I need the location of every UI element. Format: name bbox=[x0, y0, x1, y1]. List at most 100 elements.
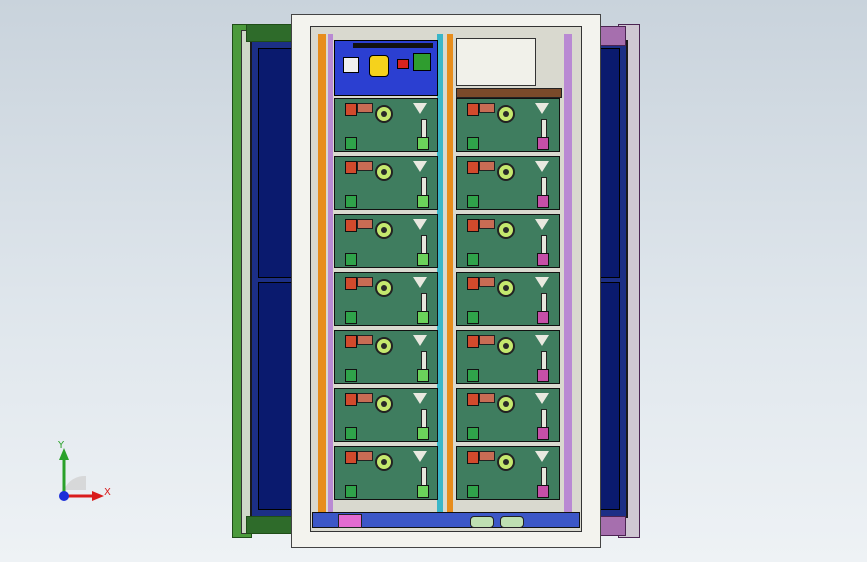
triad-x-label: X bbox=[104, 487, 111, 498]
battery-module[interactable] bbox=[334, 446, 438, 500]
control-panel[interactable] bbox=[334, 40, 438, 96]
terminal-positive bbox=[345, 219, 357, 232]
fan-icon bbox=[497, 337, 515, 355]
fan-icon bbox=[375, 163, 393, 181]
warning-icon bbox=[413, 103, 427, 114]
battery-module[interactable] bbox=[456, 214, 560, 268]
module-label bbox=[357, 161, 373, 171]
fan-icon bbox=[375, 105, 393, 123]
connector-port bbox=[417, 311, 429, 324]
top-opening bbox=[456, 38, 536, 86]
right-rail-purple bbox=[564, 34, 572, 512]
cad-viewport[interactable]: Y X bbox=[0, 0, 867, 562]
terminal-positive bbox=[345, 277, 357, 290]
battery-module[interactable] bbox=[456, 98, 560, 152]
comm-port[interactable] bbox=[413, 53, 431, 71]
terminal-positive bbox=[467, 161, 479, 174]
status-indicator bbox=[397, 59, 409, 69]
warning-icon bbox=[535, 103, 549, 114]
module-label bbox=[357, 451, 373, 461]
battery-module[interactable] bbox=[456, 272, 560, 326]
top-crossbar bbox=[456, 88, 562, 98]
terminal-negative bbox=[345, 427, 357, 440]
module-label bbox=[479, 335, 495, 345]
module-label bbox=[479, 393, 495, 403]
fan-icon bbox=[497, 221, 515, 239]
warning-icon bbox=[413, 335, 427, 346]
warning-icon bbox=[535, 451, 549, 462]
terminal-positive bbox=[467, 393, 479, 406]
fan-icon bbox=[375, 279, 393, 297]
battery-module[interactable] bbox=[456, 446, 560, 500]
terminal-positive bbox=[345, 103, 357, 116]
connector-port bbox=[537, 253, 549, 266]
left-rail-purple bbox=[328, 34, 333, 512]
connector-port bbox=[537, 485, 549, 498]
fan-icon bbox=[497, 105, 515, 123]
warning-icon bbox=[535, 393, 549, 404]
warning-icon bbox=[413, 219, 427, 230]
module-label bbox=[479, 219, 495, 229]
connector-port bbox=[537, 369, 549, 382]
connector-port bbox=[417, 427, 429, 440]
module-label bbox=[479, 103, 495, 113]
warning-icon bbox=[413, 277, 427, 288]
module-label bbox=[357, 219, 373, 229]
warning-icon bbox=[413, 161, 427, 172]
fan-icon bbox=[375, 453, 393, 471]
warning-icon bbox=[535, 161, 549, 172]
module-label bbox=[357, 335, 373, 345]
warning-icon bbox=[413, 451, 427, 462]
terminal-positive bbox=[467, 103, 479, 116]
battery-module[interactable] bbox=[334, 156, 438, 210]
terminal-negative bbox=[467, 195, 479, 208]
terminal-positive bbox=[467, 277, 479, 290]
terminal-positive bbox=[345, 161, 357, 174]
terminal-positive bbox=[345, 393, 357, 406]
bottom-fitting bbox=[338, 514, 362, 528]
connector-port bbox=[537, 137, 549, 150]
terminal-negative bbox=[467, 485, 479, 498]
battery-module[interactable] bbox=[334, 272, 438, 326]
connector-port bbox=[417, 485, 429, 498]
terminal-negative bbox=[467, 253, 479, 266]
warning-icon bbox=[535, 219, 549, 230]
battery-module[interactable] bbox=[334, 98, 438, 152]
terminal-positive bbox=[345, 451, 357, 464]
fan-icon bbox=[375, 221, 393, 239]
connector-port bbox=[537, 195, 549, 208]
battery-module[interactable] bbox=[456, 330, 560, 384]
breaker-switch[interactable] bbox=[343, 57, 359, 73]
terminal-negative bbox=[467, 369, 479, 382]
battery-module[interactable] bbox=[456, 388, 560, 442]
terminal-positive bbox=[467, 219, 479, 232]
connector-port bbox=[417, 369, 429, 382]
fan-icon bbox=[497, 163, 515, 181]
module-label bbox=[357, 277, 373, 287]
terminal-negative bbox=[467, 427, 479, 440]
terminal-negative bbox=[345, 137, 357, 150]
terminal-positive bbox=[467, 335, 479, 348]
power-connector[interactable] bbox=[369, 55, 389, 77]
fan-icon bbox=[375, 337, 393, 355]
bottom-connector-a bbox=[470, 516, 494, 528]
battery-module[interactable] bbox=[334, 330, 438, 384]
module-label bbox=[357, 103, 373, 113]
terminal-positive bbox=[345, 335, 357, 348]
terminal-negative bbox=[345, 253, 357, 266]
connector-port bbox=[537, 311, 549, 324]
terminal-negative bbox=[467, 137, 479, 150]
connector-strip bbox=[353, 43, 433, 48]
module-label bbox=[479, 451, 495, 461]
connector-port bbox=[417, 195, 429, 208]
battery-module[interactable] bbox=[334, 214, 438, 268]
battery-module[interactable] bbox=[456, 156, 560, 210]
battery-module[interactable] bbox=[334, 388, 438, 442]
module-label bbox=[479, 161, 495, 171]
module-label bbox=[357, 393, 373, 403]
triad-y-label: Y bbox=[58, 440, 65, 451]
terminal-negative bbox=[467, 311, 479, 324]
center-rail-orange bbox=[447, 34, 453, 512]
fan-icon bbox=[375, 395, 393, 413]
warning-icon bbox=[535, 335, 549, 346]
